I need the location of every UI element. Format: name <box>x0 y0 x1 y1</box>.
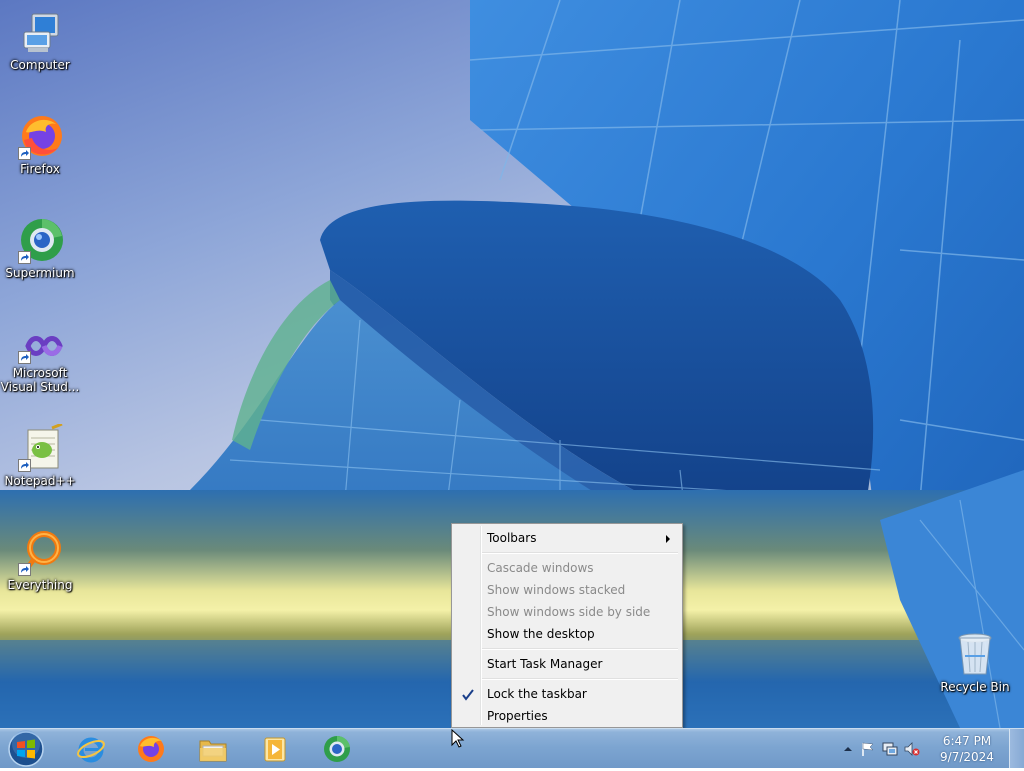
taskbar-button-internet-explorer[interactable] <box>62 730 118 767</box>
shortcut-arrow-icon <box>18 251 31 264</box>
desktop-icon-label-line1: Microsoft <box>12 366 68 380</box>
menu-separator <box>482 552 678 554</box>
action-center-button[interactable] <box>860 741 876 757</box>
desktop-icon-label: Supermium <box>5 266 75 280</box>
supermium-icon <box>16 216 64 264</box>
menu-item-label: Cascade windows <box>487 561 594 575</box>
taskbar-button-file-explorer[interactable] <box>184 730 240 767</box>
recycle-bin-icon <box>951 630 999 678</box>
mouse-cursor-icon <box>451 729 465 748</box>
desktop-icon-label: Notepad++ <box>4 474 76 488</box>
shortcut-arrow-icon <box>18 147 31 160</box>
shortcut-arrow-icon <box>18 459 31 472</box>
menu-item-start-task-manager[interactable]: Start Task Manager <box>454 653 680 675</box>
desktop-icon-computer[interactable]: Computer <box>0 8 80 72</box>
menu-item-label: Lock the taskbar <box>487 687 587 701</box>
show-hidden-icons-arrow <box>844 747 852 751</box>
network-button[interactable] <box>882 741 898 757</box>
computer-icon <box>16 8 64 56</box>
clock[interactable]: 6:47 PM 9/7/2024 <box>936 733 998 765</box>
desktop-icon-label: Computer <box>10 58 70 72</box>
menu-separator <box>482 648 678 650</box>
taskbar-button-supermium[interactable] <box>308 730 364 767</box>
visual-studio-icon <box>16 328 64 364</box>
shortcut-arrow-icon <box>18 351 31 364</box>
menu-item-toolbars[interactable]: Toolbars <box>454 527 680 549</box>
menu-item-lock-the-taskbar[interactable]: Lock the taskbar <box>454 683 680 705</box>
menu-item-show-windows-side-by-side[interactable]: Show windows side by side <box>454 601 680 623</box>
network-icon <box>882 742 898 756</box>
notification-area: 6:47 PM 9/7/2024 <box>834 729 1024 769</box>
menu-item-label: Show the desktop <box>487 627 595 641</box>
supermium-icon <box>324 735 350 762</box>
desktop-icon-firefox[interactable]: Firefox <box>0 112 80 176</box>
desktop-icon-recycle-bin[interactable]: Recycle Bin <box>935 630 1015 694</box>
desktop-icon-label-line2: Visual Stud... <box>0 380 80 394</box>
desktop-icon-label: Firefox <box>20 162 60 176</box>
firefox-icon <box>16 112 64 160</box>
desktop-icon-label: Everything <box>7 578 73 592</box>
menu-separator <box>482 678 678 680</box>
media-player-icon <box>264 737 286 762</box>
taskbar-button-firefox[interactable] <box>122 730 178 767</box>
menu-item-label: Start Task Manager <box>487 657 603 671</box>
everything-icon <box>16 528 64 576</box>
taskbar[interactable]: 6:47 PM 9/7/2024 <box>0 728 1024 768</box>
desktop-icon-notepadpp[interactable]: Notepad++ <box>0 422 80 488</box>
file-explorer-icon <box>199 740 227 762</box>
desktop-icon-label: Recycle Bin <box>940 680 1010 694</box>
start-button[interactable] <box>4 730 48 768</box>
volume-muted-icon <box>904 742 920 756</box>
desktop-icon-everything[interactable]: Everything <box>0 528 80 592</box>
notepadpp-icon <box>16 422 64 472</box>
menu-item-properties[interactable]: Properties <box>454 705 680 727</box>
clock-time: 6:47 PM <box>942 734 992 748</box>
menu-item-cascade-windows[interactable]: Cascade windows <box>454 557 680 579</box>
taskbar-button-media-player[interactable] <box>246 730 302 767</box>
firefox-icon <box>138 736 164 762</box>
volume-button[interactable] <box>904 741 920 757</box>
submenu-arrow-icon <box>666 535 670 543</box>
internet-explorer-icon <box>77 737 105 763</box>
desktop-icon-supermium[interactable]: Supermium <box>0 216 80 280</box>
taskbar-context-menu: Toolbars Cascade windows Show windows st… <box>451 523 683 728</box>
clock-date: 9/7/2024 <box>940 750 994 764</box>
action-center-flag-icon <box>862 742 874 756</box>
menu-item-label: Show windows stacked <box>487 583 626 597</box>
menu-item-label: Show windows side by side <box>487 605 651 619</box>
show-hidden-icons-button[interactable] <box>840 741 856 757</box>
shortcut-arrow-icon <box>18 563 31 576</box>
menu-item-label: Properties <box>487 709 548 723</box>
start-orb-icon <box>8 730 44 767</box>
desktop-icon-visual-studio[interactable]: Microsoft Visual Stud... <box>0 328 80 394</box>
menu-item-show-the-desktop[interactable]: Show the desktop <box>454 623 680 645</box>
menu-item-label: Toolbars <box>487 531 537 545</box>
menu-item-show-windows-stacked[interactable]: Show windows stacked <box>454 579 680 601</box>
show-desktop-button[interactable] <box>1009 729 1024 768</box>
